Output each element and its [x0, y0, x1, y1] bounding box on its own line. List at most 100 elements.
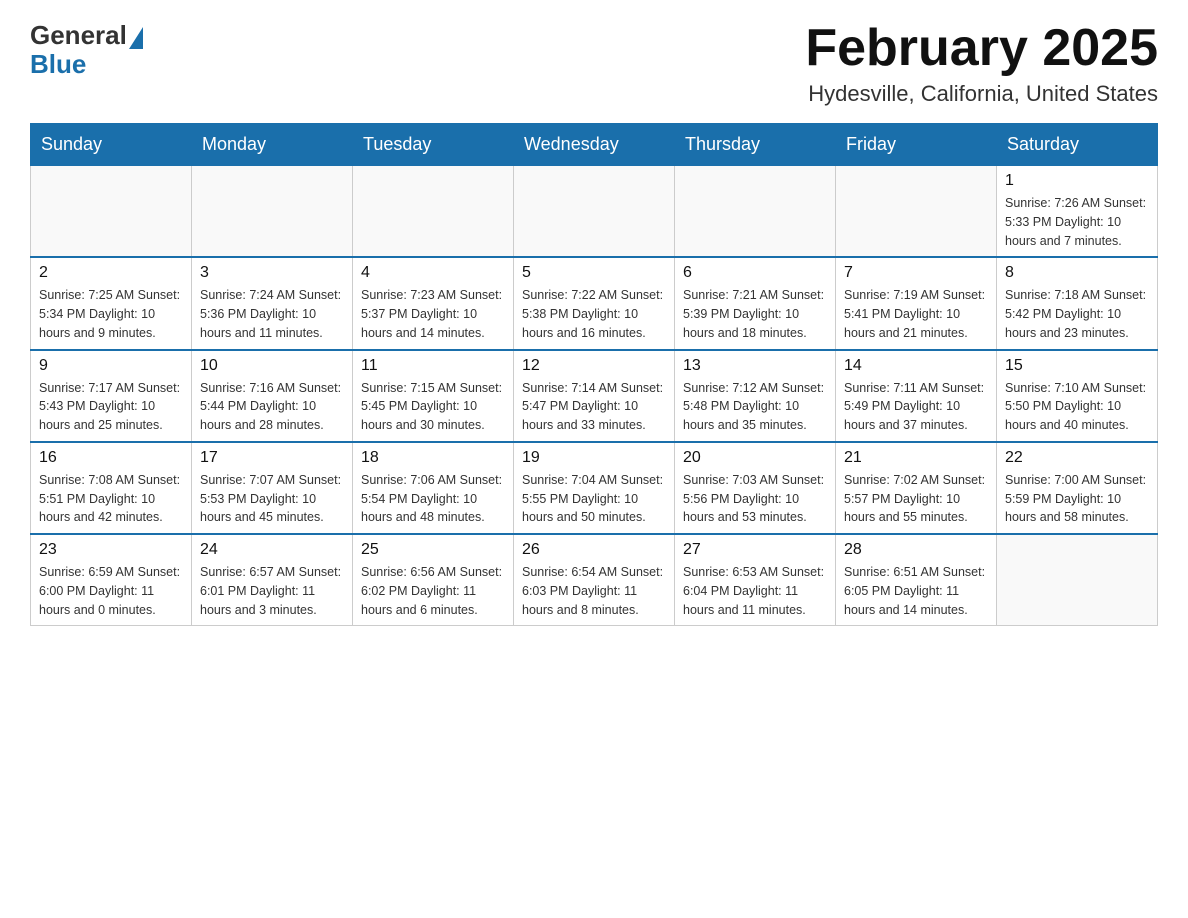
day-info: Sunrise: 7:18 AM Sunset: 5:42 PM Dayligh…	[1005, 286, 1149, 342]
calendar-header-row: SundayMondayTuesdayWednesdayThursdayFrid…	[31, 124, 1158, 166]
title-area: February 2025 Hydesville, California, Un…	[805, 20, 1158, 107]
calendar-day-cell: 11 Sunrise: 7:15 AM Sunset: 5:45 PM Dayli…	[353, 350, 514, 442]
day-number: 23	[39, 541, 183, 559]
calendar-day-cell	[675, 166, 836, 258]
logo: General Blue	[30, 20, 143, 80]
calendar-day-cell: 12 Sunrise: 7:14 AM Sunset: 5:47 PM Dayli…	[514, 350, 675, 442]
calendar-day-cell: 3 Sunrise: 7:24 AM Sunset: 5:36 PM Daylig…	[192, 257, 353, 349]
calendar-week-row: 1 Sunrise: 7:26 AM Sunset: 5:33 PM Daylig…	[31, 166, 1158, 258]
day-number: 17	[200, 449, 344, 467]
calendar-day-cell	[353, 166, 514, 258]
day-info: Sunrise: 7:08 AM Sunset: 5:51 PM Dayligh…	[39, 471, 183, 527]
day-info: Sunrise: 7:21 AM Sunset: 5:39 PM Dayligh…	[683, 286, 827, 342]
day-info: Sunrise: 6:54 AM Sunset: 6:03 PM Dayligh…	[522, 563, 666, 619]
calendar-day-cell: 4 Sunrise: 7:23 AM Sunset: 5:37 PM Daylig…	[353, 257, 514, 349]
day-info: Sunrise: 7:25 AM Sunset: 5:34 PM Dayligh…	[39, 286, 183, 342]
day-info: Sunrise: 7:22 AM Sunset: 5:38 PM Dayligh…	[522, 286, 666, 342]
day-number: 21	[844, 449, 988, 467]
day-number: 1	[1005, 172, 1149, 190]
day-number: 11	[361, 357, 505, 375]
calendar-day-cell: 19 Sunrise: 7:04 AM Sunset: 5:55 PM Dayli…	[514, 442, 675, 534]
day-info: Sunrise: 7:11 AM Sunset: 5:49 PM Dayligh…	[844, 379, 988, 435]
calendar-day-cell: 15Sunrise: 7:10 AM Sunset: 5:50 PM Dayli…	[997, 350, 1158, 442]
location-title: Hydesville, California, United States	[805, 81, 1158, 107]
calendar-week-row: 2 Sunrise: 7:25 AM Sunset: 5:34 PM Daylig…	[31, 257, 1158, 349]
logo-blue-text: Blue	[30, 49, 86, 80]
calendar-day-cell: 8 Sunrise: 7:18 AM Sunset: 5:42 PM Daylig…	[997, 257, 1158, 349]
calendar-day-cell	[192, 166, 353, 258]
calendar-day-cell: 26 Sunrise: 6:54 AM Sunset: 6:03 PM Dayli…	[514, 534, 675, 626]
day-info: Sunrise: 7:14 AM Sunset: 5:47 PM Dayligh…	[522, 379, 666, 435]
day-info: Sunrise: 7:02 AM Sunset: 5:57 PM Dayligh…	[844, 471, 988, 527]
day-info: Sunrise: 7:10 AM Sunset: 5:50 PM Dayligh…	[1005, 379, 1149, 435]
calendar-day-cell	[514, 166, 675, 258]
day-number: 3	[200, 264, 344, 282]
day-info: Sunrise: 6:51 AM Sunset: 6:05 PM Dayligh…	[844, 563, 988, 619]
day-info: Sunrise: 7:19 AM Sunset: 5:41 PM Dayligh…	[844, 286, 988, 342]
day-header-friday: Friday	[836, 124, 997, 166]
day-info: Sunrise: 7:26 AM Sunset: 5:33 PM Dayligh…	[1005, 194, 1149, 250]
day-number: 9	[39, 357, 183, 375]
day-number: 25	[361, 541, 505, 559]
calendar-day-cell: 28 Sunrise: 6:51 AM Sunset: 6:05 PM Dayli…	[836, 534, 997, 626]
day-number: 4	[361, 264, 505, 282]
calendar-day-cell: 13 Sunrise: 7:12 AM Sunset: 5:48 PM Dayli…	[675, 350, 836, 442]
day-header-sunday: Sunday	[31, 124, 192, 166]
day-header-saturday: Saturday	[997, 124, 1158, 166]
calendar-day-cell	[997, 534, 1158, 626]
day-number: 16	[39, 449, 183, 467]
day-info: Sunrise: 7:03 AM Sunset: 5:56 PM Dayligh…	[683, 471, 827, 527]
calendar-day-cell: 10 Sunrise: 7:16 AM Sunset: 5:44 PM Dayli…	[192, 350, 353, 442]
day-header-monday: Monday	[192, 124, 353, 166]
day-number: 8	[1005, 264, 1149, 282]
calendar-table: SundayMondayTuesdayWednesdayThursdayFrid…	[30, 123, 1158, 626]
day-info: Sunrise: 7:17 AM Sunset: 5:43 PM Dayligh…	[39, 379, 183, 435]
calendar-day-cell: 20 Sunrise: 7:03 AM Sunset: 5:56 PM Dayli…	[675, 442, 836, 534]
calendar-day-cell: 14Sunrise: 7:11 AM Sunset: 5:49 PM Dayli…	[836, 350, 997, 442]
day-header-wednesday: Wednesday	[514, 124, 675, 166]
day-number: 13	[683, 357, 827, 375]
calendar-day-cell: 25Sunrise: 6:56 AM Sunset: 6:02 PM Dayli…	[353, 534, 514, 626]
day-info: Sunrise: 6:53 AM Sunset: 6:04 PM Dayligh…	[683, 563, 827, 619]
day-number: 2	[39, 264, 183, 282]
day-number: 24	[200, 541, 344, 559]
calendar-day-cell: 24 Sunrise: 6:57 AM Sunset: 6:01 PM Dayli…	[192, 534, 353, 626]
day-header-thursday: Thursday	[675, 124, 836, 166]
calendar-day-cell: 23 Sunrise: 6:59 AM Sunset: 6:00 PM Dayli…	[31, 534, 192, 626]
calendar-week-row: 9 Sunrise: 7:17 AM Sunset: 5:43 PM Daylig…	[31, 350, 1158, 442]
day-info: Sunrise: 7:06 AM Sunset: 5:54 PM Dayligh…	[361, 471, 505, 527]
day-info: Sunrise: 7:00 AM Sunset: 5:59 PM Dayligh…	[1005, 471, 1149, 527]
calendar-day-cell: 21 Sunrise: 7:02 AM Sunset: 5:57 PM Dayli…	[836, 442, 997, 534]
day-info: Sunrise: 7:23 AM Sunset: 5:37 PM Dayligh…	[361, 286, 505, 342]
day-info: Sunrise: 6:57 AM Sunset: 6:01 PM Dayligh…	[200, 563, 344, 619]
day-number: 10	[200, 357, 344, 375]
day-info: Sunrise: 7:07 AM Sunset: 5:53 PM Dayligh…	[200, 471, 344, 527]
day-info: Sunrise: 7:16 AM Sunset: 5:44 PM Dayligh…	[200, 379, 344, 435]
day-number: 20	[683, 449, 827, 467]
day-number: 28	[844, 541, 988, 559]
day-number: 22	[1005, 449, 1149, 467]
calendar-day-cell: 5 Sunrise: 7:22 AM Sunset: 5:38 PM Daylig…	[514, 257, 675, 349]
day-number: 18	[361, 449, 505, 467]
calendar-day-cell: 6 Sunrise: 7:21 AM Sunset: 5:39 PM Daylig…	[675, 257, 836, 349]
day-info: Sunrise: 7:04 AM Sunset: 5:55 PM Dayligh…	[522, 471, 666, 527]
day-number: 19	[522, 449, 666, 467]
day-info: Sunrise: 6:59 AM Sunset: 6:00 PM Dayligh…	[39, 563, 183, 619]
day-number: 12	[522, 357, 666, 375]
calendar-day-cell: 1 Sunrise: 7:26 AM Sunset: 5:33 PM Daylig…	[997, 166, 1158, 258]
day-info: Sunrise: 7:12 AM Sunset: 5:48 PM Dayligh…	[683, 379, 827, 435]
calendar-day-cell: 2 Sunrise: 7:25 AM Sunset: 5:34 PM Daylig…	[31, 257, 192, 349]
calendar-day-cell: 7Sunrise: 7:19 AM Sunset: 5:41 PM Daylig…	[836, 257, 997, 349]
calendar-day-cell: 27Sunrise: 6:53 AM Sunset: 6:04 PM Dayli…	[675, 534, 836, 626]
calendar-day-cell	[836, 166, 997, 258]
logo-general-text: General	[30, 20, 127, 51]
calendar-day-cell: 18 Sunrise: 7:06 AM Sunset: 5:54 PM Dayli…	[353, 442, 514, 534]
day-number: 5	[522, 264, 666, 282]
page-header: General Blue February 2025 Hydesville, C…	[30, 20, 1158, 107]
day-info: Sunrise: 7:15 AM Sunset: 5:45 PM Dayligh…	[361, 379, 505, 435]
day-number: 6	[683, 264, 827, 282]
day-number: 26	[522, 541, 666, 559]
day-info: Sunrise: 7:24 AM Sunset: 5:36 PM Dayligh…	[200, 286, 344, 342]
calendar-day-cell: 9 Sunrise: 7:17 AM Sunset: 5:43 PM Daylig…	[31, 350, 192, 442]
calendar-day-cell: 22 Sunrise: 7:00 AM Sunset: 5:59 PM Dayli…	[997, 442, 1158, 534]
